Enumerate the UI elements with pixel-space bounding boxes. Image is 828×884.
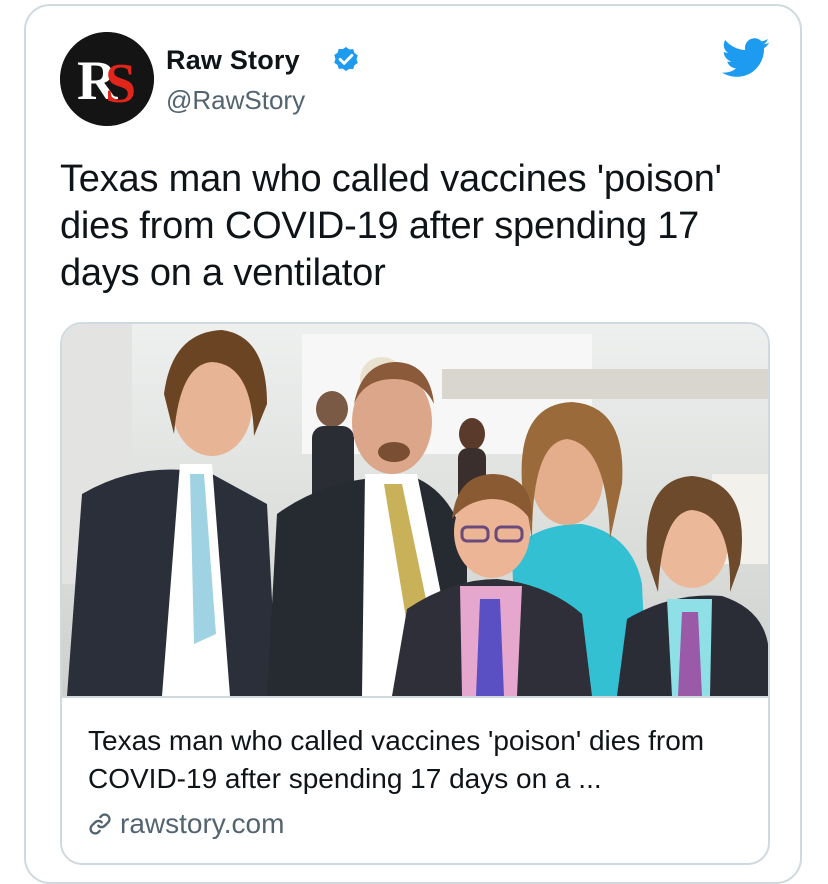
author-avatar[interactable]: R S	[60, 32, 154, 126]
author-handle[interactable]: @RawStory	[166, 84, 305, 116]
author-name[interactable]: Raw Story	[166, 44, 300, 76]
link-domain: rawstory.com	[120, 808, 285, 839]
article-photo[interactable]	[62, 324, 768, 696]
link-card-divider	[62, 696, 768, 698]
svg-text:S: S	[105, 53, 136, 115]
link-title[interactable]: Texas man who called vaccines 'poison' d…	[88, 722, 748, 798]
link-domain-row[interactable]: rawstory.com	[86, 808, 284, 840]
tweet-text: Texas man who called vaccines 'poison' d…	[60, 158, 722, 294]
twitter-bird-icon[interactable]	[722, 38, 770, 78]
tweet-card[interactable]: R S Raw Story @RawStory Texas man who ca…	[24, 4, 802, 884]
link-icon	[89, 813, 111, 835]
raw-story-logo-icon: R S	[60, 32, 154, 126]
verified-badge-icon	[334, 47, 358, 71]
link-preview-card[interactable]: Texas man who called vaccines 'poison' d…	[60, 322, 770, 865]
